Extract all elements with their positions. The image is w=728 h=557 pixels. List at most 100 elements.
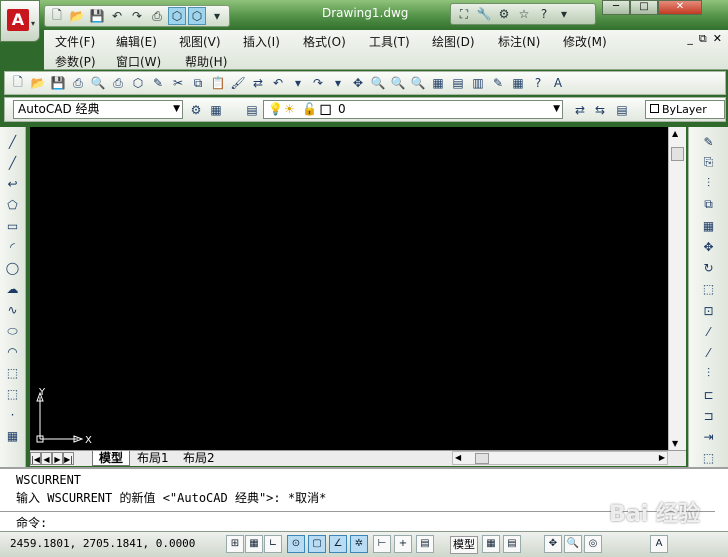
- workspace-select[interactable]: AutoCAD 经典 ▼: [13, 100, 183, 119]
- polyline-icon[interactable]: ↩: [4, 175, 22, 193]
- scroll-up-icon[interactable]: ▲: [672, 129, 678, 138]
- command-input[interactable]: 命令:: [0, 511, 715, 531]
- layer-select[interactable]: 💡 ☀ 🔓 ■ 0 ▼: [263, 100, 563, 119]
- make-current-layer-icon[interactable]: ⇄: [571, 101, 589, 119]
- undo-icon[interactable]: ↶: [269, 74, 287, 92]
- layer-previous-icon[interactable]: ⇆: [591, 101, 609, 119]
- osnap-toggle[interactable]: ∠: [329, 535, 347, 553]
- grid-toggle[interactable]: ∟: [264, 535, 282, 553]
- tab-layout1[interactable]: 布局1: [131, 451, 175, 466]
- minimize-button[interactable]: ─: [602, 0, 630, 15]
- tool-palettes-icon[interactable]: ▥: [469, 74, 487, 92]
- menu-edit[interactable]: 编辑(E): [116, 33, 157, 50]
- zoom-realtime-icon[interactable]: 🔍: [369, 74, 387, 92]
- dyn-toggle[interactable]: +: [394, 535, 412, 553]
- help-icon[interactable]: ?: [529, 74, 547, 92]
- otrack-toggle[interactable]: ✲: [350, 535, 368, 553]
- save-icon[interactable]: 💾: [49, 74, 67, 92]
- ducs-toggle[interactable]: ⊢: [373, 535, 391, 553]
- tab-model[interactable]: 模型: [92, 451, 131, 466]
- chevron-down-icon[interactable]: ▾: [289, 74, 307, 92]
- scroll-right-icon[interactable]: ▶: [659, 453, 665, 462]
- save-icon[interactable]: 💾: [88, 7, 106, 25]
- application-menu-button[interactable]: A ▾: [0, 0, 40, 42]
- snap-toggle[interactable]: ▦: [245, 535, 263, 553]
- star-icon[interactable]: ☆: [515, 5, 533, 23]
- copy-object-icon[interactable]: ⎘: [700, 154, 718, 171]
- menu-modify[interactable]: 修改(M): [563, 33, 607, 50]
- more-icon[interactable]: ▾: [208, 7, 226, 25]
- polygon-icon[interactable]: ⬠: [4, 196, 22, 214]
- vertical-scrollbar[interactable]: ▲ ▼: [668, 127, 686, 450]
- menu-help[interactable]: 帮助(H): [185, 53, 227, 70]
- scrollbar-thumb[interactable]: [671, 147, 684, 161]
- workspace-icon[interactable]: ▦: [207, 101, 225, 119]
- paste-icon[interactable]: 📋: [209, 74, 227, 92]
- move-icon[interactable]: ✥: [700, 239, 718, 256]
- open-icon[interactable]: 📂: [68, 7, 86, 25]
- satellite-icon[interactable]: ⚙: [495, 5, 513, 23]
- offset-icon[interactable]: ⧉: [700, 196, 718, 213]
- annotation-scale-icon[interactable]: A: [650, 535, 668, 553]
- 3d-dwf-icon[interactable]: ⬡: [129, 74, 147, 92]
- join-icon[interactable]: ⊐: [700, 408, 718, 425]
- workspace-settings-icon[interactable]: ⚙: [187, 101, 205, 119]
- plot-icon[interactable]: ⎙: [148, 7, 166, 25]
- horizontal-scrollbar[interactable]: ◀ ▶: [452, 451, 668, 465]
- new-icon[interactable]: 🗋: [48, 7, 66, 25]
- menu-window[interactable]: 窗口(W): [116, 53, 161, 70]
- calculator-icon[interactable]: ▦: [509, 74, 527, 92]
- next-tab-button[interactable]: ▶: [52, 452, 63, 465]
- construction-line-icon[interactable]: ╱: [4, 154, 22, 172]
- revision-cloud-icon[interactable]: ☁: [4, 280, 22, 298]
- menu-format[interactable]: 格式(O): [303, 33, 346, 50]
- 3d-box-icon[interactable]: ⬡: [168, 7, 186, 25]
- hatch-icon[interactable]: ▦: [4, 427, 22, 445]
- spline-icon[interactable]: ∿: [4, 301, 22, 319]
- extend-icon[interactable]: ⁄: [700, 344, 718, 361]
- first-tab-button[interactable]: |◀: [30, 452, 41, 465]
- copy-icon[interactable]: ⧉: [189, 74, 207, 92]
- menu-file[interactable]: 文件(F): [55, 33, 95, 50]
- menu-tools[interactable]: 工具(T): [369, 33, 410, 50]
- zoom-previous-icon[interactable]: 🔍: [409, 74, 427, 92]
- pan-icon[interactable]: ✥: [544, 535, 562, 553]
- rectangle-icon[interactable]: ▭: [4, 217, 22, 235]
- properties-icon[interactable]: ▦: [429, 74, 447, 92]
- sheet-set-icon[interactable]: ✎: [489, 74, 507, 92]
- menu-draw[interactable]: 绘图(D): [432, 33, 475, 50]
- scroll-left-icon[interactable]: ◀: [455, 453, 461, 462]
- 3d-box-icon[interactable]: ⬡: [188, 7, 206, 25]
- pan-icon[interactable]: ✥: [349, 74, 367, 92]
- drawing-canvas[interactable]: [30, 127, 668, 450]
- zoom-window-icon[interactable]: 🔍: [389, 74, 407, 92]
- prev-tab-button[interactable]: ◀: [41, 452, 52, 465]
- redo-icon[interactable]: ↷: [309, 74, 327, 92]
- match-properties-icon[interactable]: 🖌: [229, 74, 247, 92]
- undo-icon[interactable]: ↶: [108, 7, 126, 25]
- last-tab-button[interactable]: ▶|: [63, 452, 74, 465]
- doc-restore-button[interactable]: ⧉: [699, 32, 707, 46]
- maximize-button[interactable]: □: [630, 0, 658, 15]
- scroll-down-icon[interactable]: ▼: [672, 439, 678, 448]
- arc-icon[interactable]: ◜: [4, 238, 22, 256]
- binoculars-icon[interactable]: ⛶: [455, 5, 473, 23]
- rotate-icon[interactable]: ↻: [700, 260, 718, 277]
- model-space-button[interactable]: 模型: [450, 536, 478, 554]
- trim-icon[interactable]: ⁄: [700, 323, 718, 340]
- erase-icon[interactable]: ✎: [700, 133, 718, 150]
- block-editor-icon[interactable]: ⇄: [249, 74, 267, 92]
- model-icon[interactable]: ▦: [482, 535, 500, 553]
- chevron-down-icon[interactable]: ▾: [555, 5, 573, 23]
- array-icon[interactable]: ▦: [700, 218, 718, 235]
- plot-preview-icon[interactable]: 🔍: [89, 74, 107, 92]
- chevron-down-icon[interactable]: ▾: [329, 74, 347, 92]
- zoom-icon[interactable]: 🔍: [564, 535, 582, 553]
- layout-icon[interactable]: ▤: [503, 535, 521, 553]
- cut-icon[interactable]: ✂: [169, 74, 187, 92]
- menu-dimension[interactable]: 标注(N): [498, 33, 540, 50]
- insert-block-icon[interactable]: ⬚: [4, 364, 22, 382]
- plot-icon[interactable]: ⎙: [69, 74, 87, 92]
- scrollbar-thumb[interactable]: [475, 453, 489, 464]
- break-icon[interactable]: ⊏: [700, 387, 718, 404]
